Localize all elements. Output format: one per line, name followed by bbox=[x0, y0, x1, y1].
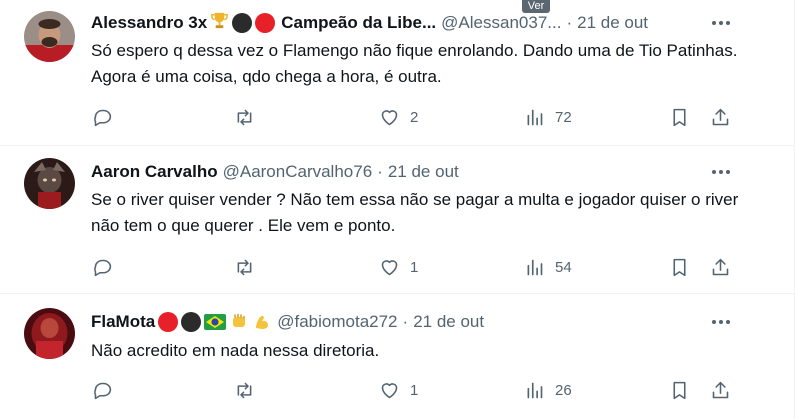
bookmark-icon bbox=[673, 258, 686, 276]
reply-tweet[interactable]: Alessandro 3x Campeão da Libe... @Alessa… bbox=[0, 0, 795, 146]
tweet-actions: 1 54 bbox=[91, 252, 741, 282]
timestamp[interactable]: 21 de out bbox=[413, 312, 484, 332]
brazil-flag-icon bbox=[204, 314, 227, 330]
reply-icon bbox=[94, 259, 112, 276]
avatar[interactable] bbox=[24, 11, 75, 62]
views-count: 26 bbox=[555, 381, 572, 399]
like-icon bbox=[381, 382, 398, 398]
share-icon bbox=[712, 258, 729, 275]
views-count: 72 bbox=[555, 108, 572, 126]
retweet-icon bbox=[237, 259, 252, 275]
share-icon bbox=[712, 381, 729, 398]
retweet-icon bbox=[237, 109, 252, 125]
timestamp[interactable]: 21 de out bbox=[577, 13, 648, 33]
avatar[interactable] bbox=[24, 158, 75, 209]
replies-feed: Ver Alessandro 3x Campeão da Libe... @Al… bbox=[0, 0, 795, 419]
author-name-suffix[interactable]: Campeão da Libe... bbox=[281, 13, 436, 33]
reply-icon bbox=[94, 109, 112, 126]
retweet-icon bbox=[237, 382, 252, 398]
views-button[interactable]: 54 bbox=[524, 252, 572, 282]
tweet-actions: 2 72 bbox=[91, 102, 741, 132]
tweet-text: Só espero q dessa vez o Flamengo não fiq… bbox=[91, 41, 738, 86]
views-icon bbox=[527, 382, 543, 398]
bookmark-icon bbox=[673, 108, 686, 126]
more-icon[interactable] bbox=[707, 160, 735, 184]
author-name[interactable]: FlaMota bbox=[91, 312, 155, 332]
views-icon bbox=[527, 109, 543, 125]
reply-button[interactable] bbox=[92, 375, 113, 405]
separator: · bbox=[377, 162, 383, 181]
like-icon bbox=[381, 259, 398, 275]
tweet-actions: 1 26 bbox=[91, 375, 741, 405]
share-button[interactable] bbox=[710, 102, 731, 132]
share-button[interactable] bbox=[710, 375, 731, 405]
like-icon bbox=[381, 109, 398, 125]
black-circle-icon bbox=[181, 312, 202, 332]
reply-button[interactable] bbox=[92, 102, 113, 132]
author-name[interactable]: Alessandro 3x bbox=[91, 13, 207, 33]
red-circle-icon bbox=[255, 13, 276, 33]
tweet-header: FlaMota @fabiomota272 · 21 de out bbox=[91, 310, 484, 334]
like-count: 1 bbox=[410, 381, 419, 399]
avatar[interactable] bbox=[24, 308, 75, 359]
tweet-text: Se o river quiser vender ? Não tem essa … bbox=[91, 190, 739, 235]
reply-icon bbox=[94, 382, 112, 399]
share-button[interactable] bbox=[710, 252, 731, 282]
views-count: 54 bbox=[555, 258, 572, 276]
timestamp[interactable]: 21 de out bbox=[388, 162, 459, 182]
bookmark-button[interactable] bbox=[669, 102, 690, 132]
black-circle-icon bbox=[232, 13, 253, 33]
fist-icon bbox=[229, 312, 249, 332]
bookmark-button[interactable] bbox=[669, 252, 690, 282]
more-icon[interactable] bbox=[707, 310, 735, 334]
separator: · bbox=[402, 312, 409, 331]
like-count: 2 bbox=[410, 108, 419, 126]
reply-tweet[interactable]: FlaMota @fabiomota272 · 21 de out Não ac… bbox=[0, 294, 795, 419]
flexed-biceps-icon bbox=[252, 312, 272, 332]
reply-button[interactable] bbox=[92, 252, 113, 282]
bookmark-icon bbox=[673, 381, 686, 399]
like-button[interactable]: 2 bbox=[379, 102, 418, 132]
author-name[interactable]: Aaron Carvalho bbox=[91, 162, 218, 182]
red-circle-icon bbox=[158, 312, 179, 332]
author-handle[interactable]: @fabiomota272 bbox=[277, 312, 397, 332]
like-count: 1 bbox=[410, 258, 419, 276]
author-handle[interactable]: @AaronCarvalho76 bbox=[223, 162, 373, 182]
bookmark-button[interactable] bbox=[669, 375, 690, 405]
views-icon bbox=[527, 259, 543, 275]
tweet-text: Não acredito em nada nessa diretoria. bbox=[91, 341, 380, 360]
views-button[interactable]: 26 bbox=[524, 375, 572, 405]
like-button[interactable]: 1 bbox=[379, 252, 418, 282]
retweet-button[interactable] bbox=[234, 375, 255, 405]
separator: · bbox=[566, 13, 573, 32]
more-icon[interactable] bbox=[707, 11, 735, 35]
tweet-header: Aaron Carvalho @AaronCarvalho76 · 21 de … bbox=[91, 160, 459, 184]
retweet-button[interactable] bbox=[234, 102, 255, 132]
trophy-icon bbox=[210, 11, 229, 35]
retweet-button[interactable] bbox=[234, 252, 255, 282]
tweet-header: Alessandro 3x Campeão da Libe... @Alessa… bbox=[91, 11, 648, 35]
like-button[interactable]: 1 bbox=[379, 375, 418, 405]
reply-tweet[interactable]: Aaron Carvalho @AaronCarvalho76 · 21 de … bbox=[0, 146, 795, 294]
views-button[interactable]: 72 bbox=[524, 102, 572, 132]
share-icon bbox=[712, 108, 729, 125]
author-handle[interactable]: @Alessan037... bbox=[441, 13, 561, 33]
